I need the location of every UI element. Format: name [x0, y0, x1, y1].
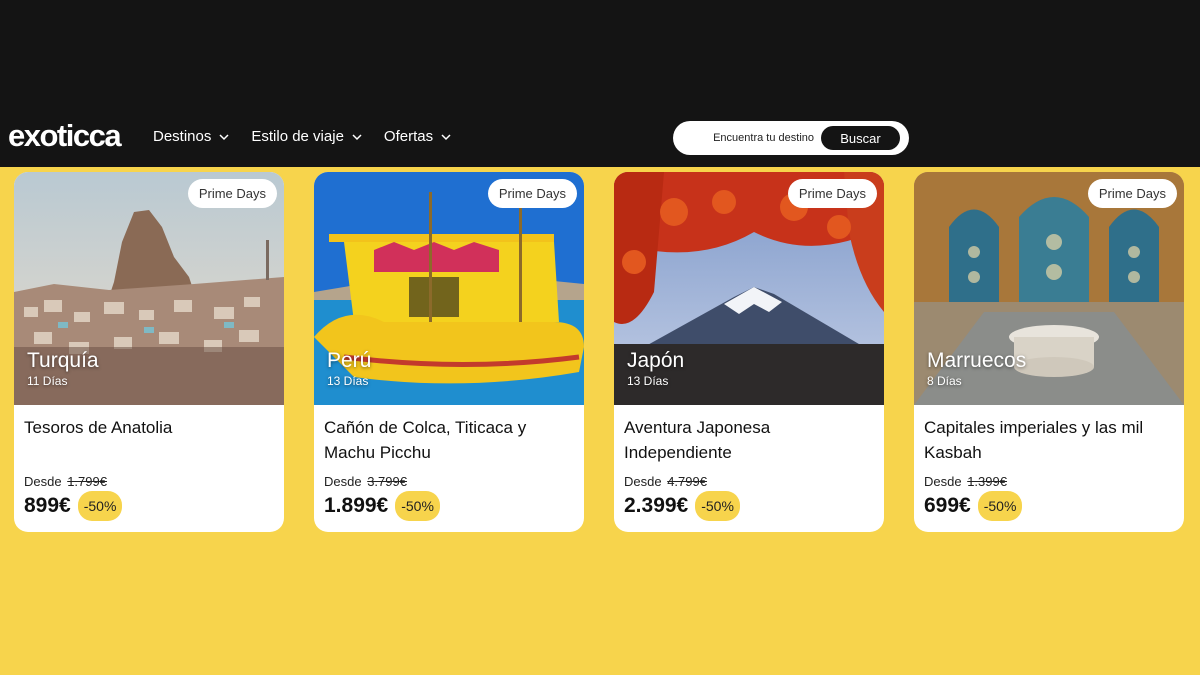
card-image-turquia: Prime Days Turquía 11 Días	[14, 172, 284, 405]
offer-card[interactable]: Prime Days Turquía 11 Días Tesoros de An…	[14, 172, 284, 532]
price-row: 699€ -50%	[924, 491, 1023, 521]
main-nav: Destinos Estilo de viaje Ofertas	[153, 127, 451, 147]
top-header: exoticca Destinos Estilo de viaje Oferta…	[0, 0, 1200, 167]
trip-duration: 13 Días	[627, 374, 669, 388]
discount-badge: -50%	[77, 491, 123, 521]
prime-days-badge: Prime Days	[1087, 179, 1177, 208]
from-label: Desde	[324, 474, 362, 489]
prime-days-badge: Prime Days	[787, 179, 877, 208]
discount-badge: -50%	[695, 491, 740, 521]
destination-name: Perú	[327, 349, 372, 372]
prime-days-badge: Prime Days	[487, 179, 577, 208]
nav-ofertas[interactable]: Ofertas	[384, 127, 451, 147]
from-label: Desde	[624, 474, 662, 489]
price-row: 899€ -50%	[24, 491, 123, 521]
chevron-down-icon	[352, 134, 362, 141]
prime-days-badge: Prime Days	[187, 179, 277, 208]
current-price: 2.399€	[624, 494, 689, 517]
destination-name: Marruecos	[927, 349, 1027, 372]
old-price: 3.799€	[367, 474, 407, 489]
old-price: 1.799€	[67, 474, 107, 489]
nav-estilo-label: Estilo de viaje	[251, 128, 344, 145]
nav-destinos[interactable]: Destinos	[153, 127, 229, 147]
trip-title[interactable]: Cañón de Colca, Titicaca y Machu Picchu	[324, 415, 574, 465]
from-label: Desde	[24, 474, 62, 489]
current-price: 699€	[924, 494, 971, 517]
card-image-japon: Prime Days Japón 13 Días	[614, 172, 884, 405]
trip-title[interactable]: Aventura Japonesa Independiente	[624, 415, 874, 465]
current-price: 1.899€	[324, 494, 389, 517]
trip-duration: 8 Días	[927, 374, 962, 388]
old-price: 1.399€	[967, 474, 1007, 489]
price-from: Desde 3.799€	[324, 474, 407, 489]
card-image-marruecos: Prime Days Marruecos 8 Días	[914, 172, 1184, 405]
discount-badge: -50%	[395, 491, 440, 521]
trip-duration: 11 Días	[27, 374, 68, 388]
offer-card[interactable]: Prime Days Marruecos 8 Días Capitales im…	[914, 172, 1184, 532]
destination-name: Turquía	[27, 349, 99, 372]
old-price: 4.799€	[667, 474, 707, 489]
from-label: Desde	[924, 474, 962, 489]
destination-name: Japón	[627, 349, 685, 372]
trip-title[interactable]: Tesoros de Anatolia	[24, 415, 274, 440]
price-row: 2.399€ -50%	[624, 491, 740, 521]
trip-title[interactable]: Capitales imperiales y las mil Kasbah	[924, 415, 1174, 465]
price-from: Desde 1.799€	[24, 474, 107, 489]
nav-destinos-label: Destinos	[153, 128, 212, 145]
offer-card[interactable]: Prime Days Japón 13 Días Aventura Japone…	[614, 172, 884, 532]
nav-ofertas-label: Ofertas	[383, 128, 434, 145]
price-row: 1.899€ -50%	[324, 491, 440, 521]
chevron-down-icon	[219, 134, 229, 141]
search-input[interactable]: Encuentra tu destino	[713, 132, 814, 144]
chevron-down-icon	[441, 134, 451, 141]
price-from: Desde 4.799€	[624, 474, 707, 489]
discount-badge: -50%	[977, 491, 1023, 521]
current-price: 899€	[24, 494, 71, 517]
search-bar[interactable]: Encuentra tu destino Buscar	[673, 121, 909, 155]
offer-card[interactable]: Prime Days Perú 13 Días Cañón de Colca, …	[314, 172, 584, 532]
search-button[interactable]: Buscar	[821, 126, 900, 150]
trip-duration: 13 Días	[327, 374, 369, 388]
nav-estilo-de-viaje[interactable]: Estilo de viaje	[251, 127, 362, 147]
price-from: Desde 1.399€	[924, 474, 1007, 489]
card-image-peru: Prime Days Perú 13 Días	[314, 172, 584, 405]
exoticca-logo[interactable]: exoticca	[8, 118, 122, 154]
